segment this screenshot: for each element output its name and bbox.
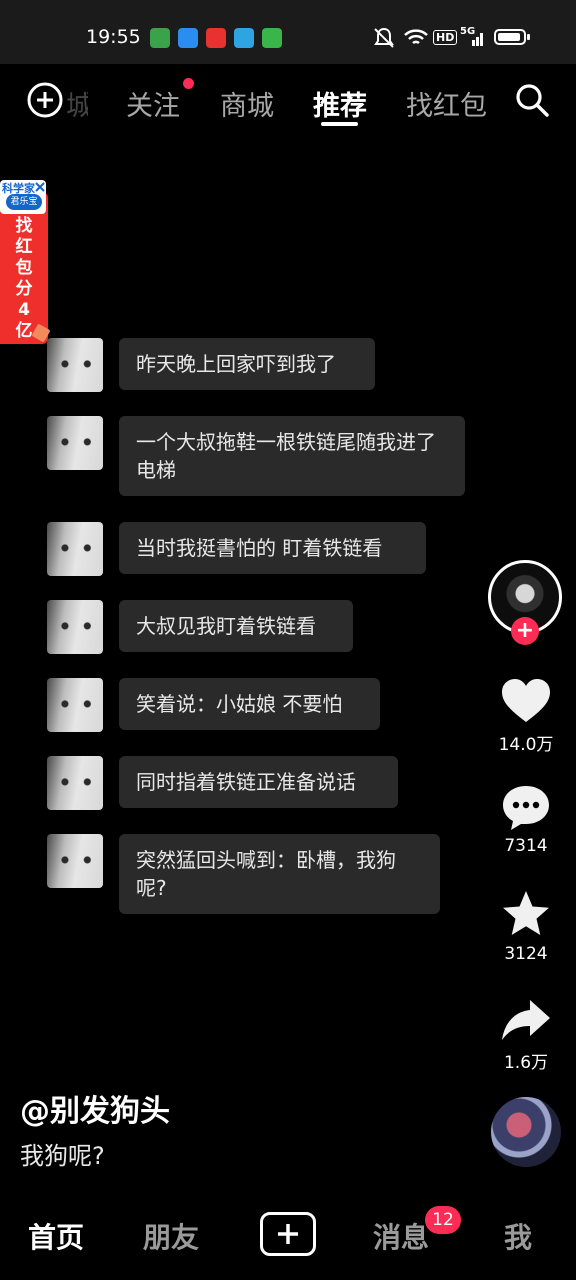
search-icon[interactable] [513, 81, 551, 119]
green-app-icon [262, 28, 282, 48]
taobao-app-icon [206, 28, 226, 48]
banner-brand: 君乐宝 [6, 194, 42, 210]
message-bubble: 笑着说：小姑娘 不要怕 [119, 678, 380, 730]
music-disc[interactable] [491, 1097, 561, 1167]
status-time: 19:55 [86, 26, 141, 48]
share-icon[interactable] [500, 994, 552, 1046]
shop-app-icon [150, 28, 170, 48]
create-button[interactable] [260, 1212, 316, 1256]
star-icon[interactable] [500, 888, 552, 940]
nav-faded-tab[interactable]: 城 [66, 84, 88, 123]
close-icon[interactable] [34, 181, 46, 193]
message-bubble: 一个大叔拖鞋一根铁链尾随我进了电梯 [119, 416, 465, 496]
message-badge: 12 [425, 1206, 461, 1234]
follow-button[interactable]: + [511, 617, 539, 645]
tab-following[interactable]: 关注 [126, 84, 180, 123]
comment-count: 7314 [504, 836, 548, 856]
tab-friends[interactable]: 朋友 [143, 1216, 199, 1256]
active-tab-indicator [321, 122, 358, 126]
following-dot [183, 78, 194, 89]
message-avatar [47, 600, 103, 654]
comment-icon[interactable] [500, 782, 552, 834]
tab-home[interactable]: 首页 [28, 1216, 84, 1256]
message-avatar [47, 338, 103, 392]
message-bubble: 当时我挺書怕的 盯着铁链看 [119, 522, 426, 574]
tab-red-packet[interactable]: 找红包 [406, 84, 487, 123]
message-bubble: 突然猛回头喊到：卧槽，我狗呢? [119, 834, 440, 914]
bottom-nav: 首页 朋友 消息 12 我 [0, 1194, 576, 1280]
video-caption: 我狗呢? [20, 1142, 105, 1170]
message-avatar [47, 756, 103, 810]
bubble-app-icon [178, 28, 198, 48]
author-username[interactable]: @别发狗头 [20, 1086, 170, 1130]
mute-bell-icon [374, 27, 394, 48]
heart-icon[interactable] [500, 676, 552, 728]
signal-icon [472, 33, 483, 46]
hd-indicator: HD [433, 30, 458, 45]
tab-recommend[interactable]: 推荐 [313, 84, 367, 123]
wifi-icon [404, 29, 428, 45]
like-count: 14.0万 [498, 735, 554, 755]
banner-text: 找红包分4亿 [15, 216, 33, 341]
favorite-count: 3124 [504, 944, 548, 964]
plus-icon [278, 1224, 298, 1244]
message-avatar [47, 678, 103, 732]
message-avatar [47, 522, 103, 576]
share-count: 1.6万 [503, 1053, 549, 1073]
top-nav: 城 关注 商城 推荐 找红包 [0, 64, 576, 136]
tab-messages[interactable]: 消息 [373, 1216, 429, 1256]
tab-mall[interactable]: 商城 [220, 84, 274, 123]
battery-icon [494, 29, 526, 45]
battery-tip [527, 34, 530, 40]
telegram-app-icon [234, 28, 254, 48]
status-bar: 19:55 HD 5G [0, 0, 576, 64]
message-avatar [47, 834, 103, 888]
message-bubble: 同时指着铁链正准备说话 [119, 756, 398, 808]
message-avatar [47, 416, 103, 470]
plus-circle-icon[interactable] [26, 81, 64, 119]
tab-me[interactable]: 我 [504, 1216, 532, 1256]
message-bubble: 大叔见我盯着铁链看 [119, 600, 353, 652]
message-bubble: 昨天晚上回家吓到我了 [119, 338, 375, 390]
